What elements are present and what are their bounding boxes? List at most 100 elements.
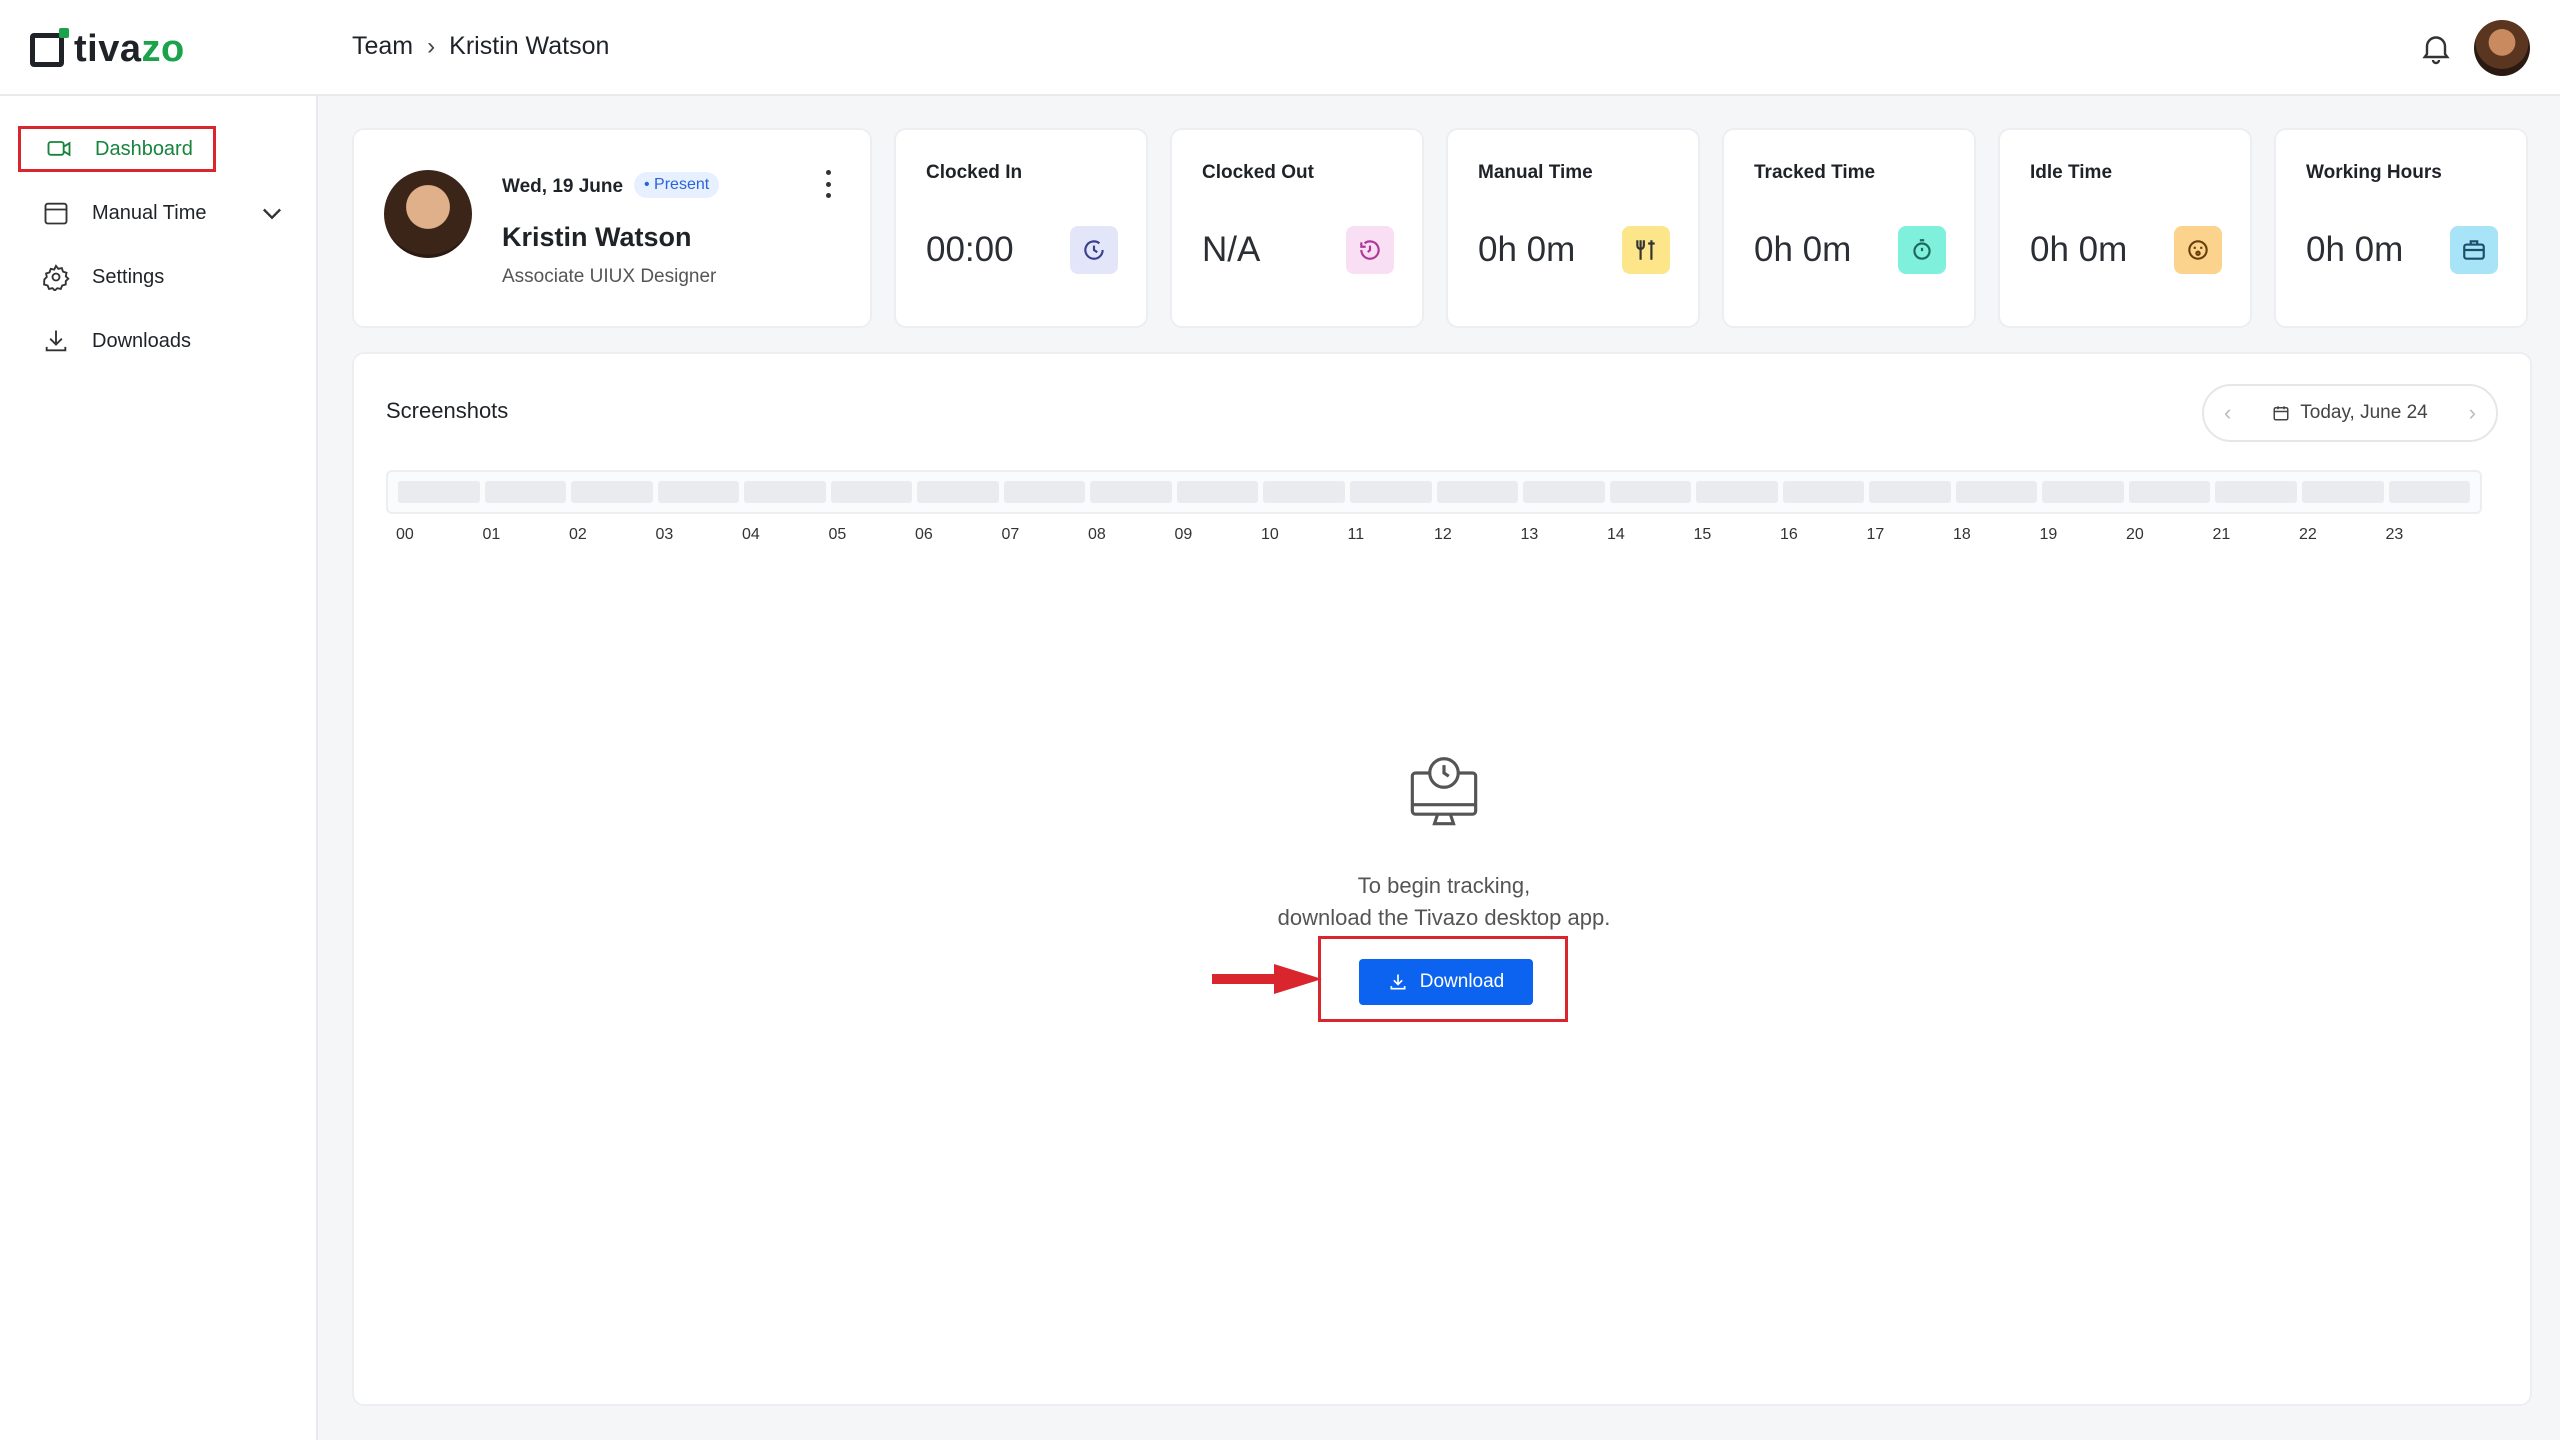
timeline-segment[interactable] xyxy=(1350,481,1432,503)
hour-label: 16 xyxy=(1780,526,1798,543)
stat-value: 0h 0m xyxy=(2030,230,2128,269)
sidebar-item-downloads[interactable]: Downloads xyxy=(18,318,288,364)
timeline-segment[interactable] xyxy=(2215,481,2298,503)
timeline-segment[interactable] xyxy=(917,481,999,503)
stat-label: Working Hours xyxy=(2306,162,2442,183)
download-button[interactable]: Download xyxy=(1359,959,1533,1005)
timeline-segment[interactable] xyxy=(830,481,913,503)
date-navigator: ‹ Today, June 24 › xyxy=(2202,384,2498,442)
timeline-segment[interactable] xyxy=(484,481,567,503)
timeline-segment[interactable] xyxy=(1263,481,1346,503)
tivazo-logo[interactable]: tivazo xyxy=(30,27,185,71)
sidebar-item-label: Downloads xyxy=(92,329,191,352)
sidebar: Dashboard Manual Time Settings Downloads xyxy=(0,96,318,1440)
stat-label: Clocked Out xyxy=(1202,162,1314,183)
empty-line-1: To begin tracking, xyxy=(1357,873,1531,898)
timeline-segment[interactable] xyxy=(2388,481,2471,503)
chevron-down-icon[interactable] xyxy=(258,199,286,227)
timeline-segment[interactable] xyxy=(657,481,740,503)
stat-card-working-hours: Working Hours 0h 0m xyxy=(2274,128,2528,328)
hour-label: 08 xyxy=(1088,526,1106,543)
red-arrow-annotation xyxy=(1212,964,1322,994)
bell-icon[interactable] xyxy=(2418,30,2454,66)
hour-label: 12 xyxy=(1434,526,1452,543)
sidebar-item-dashboard[interactable]: Dashboard xyxy=(18,126,216,172)
timeline-segment[interactable] xyxy=(1869,481,1951,503)
timeline-segment[interactable] xyxy=(571,481,653,503)
timeline-segment[interactable] xyxy=(2042,481,2124,503)
hour-label: 06 xyxy=(915,526,933,543)
user-avatar[interactable] xyxy=(2474,20,2530,76)
breadcrumb-team-link[interactable]: Team xyxy=(352,32,413,61)
hour-label: 02 xyxy=(569,526,587,543)
sidebar-item-manual-time[interactable]: Manual Time xyxy=(18,190,288,236)
clock-out-icon xyxy=(1346,226,1394,274)
hour-label: 00 xyxy=(396,526,414,543)
hour-label: 23 xyxy=(2385,526,2404,543)
date-label: Today, June 24 xyxy=(2300,402,2428,423)
calendar-icon xyxy=(2273,406,2289,421)
profile-card: Wed, 19 June • Present Kristin Watson As… xyxy=(352,128,872,328)
hour-label: 19 xyxy=(2039,526,2058,543)
hour-label: 17 xyxy=(1866,526,1885,543)
hour-timeline[interactable] xyxy=(386,470,2482,514)
sidebar-item-label: Dashboard xyxy=(95,137,193,160)
status-badge: • Present xyxy=(634,172,720,198)
stat-value: 00:00 xyxy=(926,230,1014,269)
hour-label: 09 xyxy=(1174,526,1193,543)
hour-label: 18 xyxy=(1953,526,1971,543)
next-day-button[interactable]: › xyxy=(2469,400,2476,426)
hour-label: 05 xyxy=(828,526,847,543)
timeline-segment[interactable] xyxy=(2302,481,2384,503)
stat-label: Idle Time xyxy=(2030,162,2113,183)
timeline-segment[interactable] xyxy=(1176,481,1259,503)
profile-photo xyxy=(384,170,472,258)
clock-in-icon xyxy=(1070,226,1118,274)
date-picker[interactable]: Today, June 24 xyxy=(2272,402,2428,424)
timeline-segment[interactable] xyxy=(1609,481,1692,503)
profile-role: Associate UIUX Designer xyxy=(502,266,717,287)
sidebar-item-settings[interactable]: Settings xyxy=(18,254,288,300)
empty-state: To begin tracking, download the Tivazo d… xyxy=(354,754,2534,934)
breadcrumb-current: Kristin Watson xyxy=(449,32,610,60)
hour-label: 07 xyxy=(1001,526,1020,543)
screenshots-panel: Screenshots ‹ Today, June 24 › 00 01 02 03 0… xyxy=(352,352,2532,1406)
sidebar-item-label: Settings xyxy=(92,265,165,288)
dashboard-icon xyxy=(47,141,71,157)
gear-icon xyxy=(43,264,70,291)
timeline-segment[interactable] xyxy=(398,481,480,503)
timeline-segment[interactable] xyxy=(1955,481,2038,503)
timeline-segment[interactable] xyxy=(1523,481,1605,503)
monitor-clock-icon xyxy=(1410,757,1478,826)
hour-labels: 00 01 02 03 04 05 06 07 08 09 10 11 12 13 14 15 16 17 18 19… xyxy=(396,526,2472,550)
hour-label: 13 xyxy=(1520,526,1539,543)
timeline-segment[interactable] xyxy=(744,481,826,503)
top-header: tivazo Team › Kristin Watson xyxy=(0,0,2560,96)
timeline-segment[interactable] xyxy=(1090,481,1172,503)
download-label: Download xyxy=(1419,971,1505,992)
timeline-segment[interactable] xyxy=(1696,481,1778,503)
calendar-icon xyxy=(44,202,68,225)
hour-label: 20 xyxy=(2126,526,2144,543)
briefcase-icon xyxy=(2450,226,2498,274)
timeline-segment[interactable] xyxy=(1782,481,1865,503)
screenshots-title: Screenshots xyxy=(386,398,509,423)
hour-label: 22 xyxy=(2299,526,2317,543)
hour-label: 03 xyxy=(655,526,674,543)
empty-line-2: download the Tivazo desktop app. xyxy=(1277,905,1611,930)
timeline-segment[interactable] xyxy=(1436,481,1519,503)
timeline-segment[interactable] xyxy=(2128,481,2211,503)
hour-label: 10 xyxy=(1261,526,1279,543)
stat-value: 0h 0m xyxy=(2306,230,2404,269)
stat-card-clocked-out: Clocked Out N/A xyxy=(1170,128,1424,328)
stat-card-idle-time: Idle Time 0h 0m xyxy=(1998,128,2252,328)
hour-label: 04 xyxy=(742,526,760,543)
timeline-segment[interactable] xyxy=(1003,481,1086,503)
prev-day-button[interactable]: ‹ xyxy=(2224,400,2231,426)
stat-card-manual-time: Manual Time 0h 0m xyxy=(1446,128,1700,328)
hour-label: 15 xyxy=(1693,526,1712,543)
stat-value: 0h 0m xyxy=(1478,230,1576,269)
stat-card-clocked-in: Clocked In 00:00 xyxy=(894,128,1148,328)
sidebar-item-label: Manual Time xyxy=(92,201,207,224)
more-options-icon[interactable] xyxy=(820,170,836,198)
